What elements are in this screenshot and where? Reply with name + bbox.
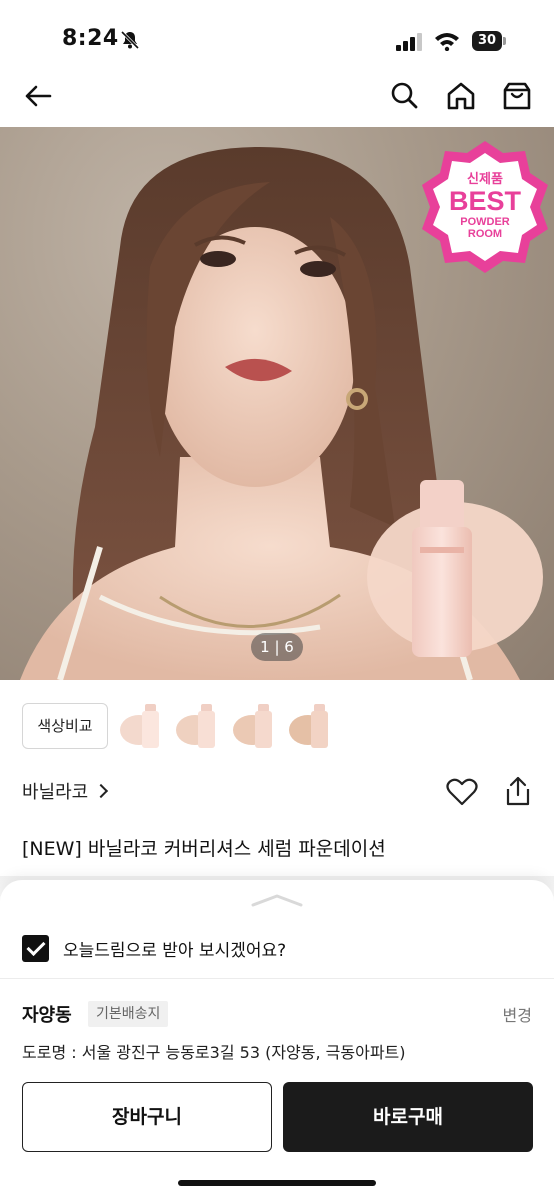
shade-thumbnail[interactable]	[174, 700, 224, 752]
default-address-badge: 기본배송지	[88, 1001, 169, 1027]
add-to-cart-button[interactable]: 장바구니	[22, 1082, 272, 1152]
badge-main: BEST	[448, 186, 521, 216]
divider	[0, 978, 554, 979]
sheet-handle-icon[interactable]	[251, 892, 303, 907]
address-name: 자양동	[22, 1005, 72, 1026]
shade-thumbnail[interactable]	[287, 700, 337, 752]
chevron-right-icon	[94, 783, 109, 799]
battery-tip	[503, 37, 506, 45]
battery-icon: 30	[472, 31, 506, 51]
top-nav	[0, 70, 554, 126]
shade-thumbnail[interactable]	[231, 700, 281, 752]
color-compare-button[interactable]: 색상비교	[22, 703, 108, 749]
bell-slash-icon	[120, 30, 140, 50]
brand-link[interactable]: 바닐라코	[22, 778, 109, 804]
product-hero-image[interactable]: 신제품 BEST POWDER ROOM	[0, 127, 554, 680]
today-dream-checkbox[interactable]	[22, 935, 49, 962]
battery-level: 30	[472, 31, 502, 51]
change-address-link[interactable]: 변경	[503, 1002, 532, 1026]
badge-line1: POWDER	[460, 216, 510, 228]
image-pager: 1 | 6	[251, 633, 303, 661]
heart-icon[interactable]	[446, 777, 478, 807]
signal-icon	[396, 33, 424, 51]
share-icon[interactable]	[505, 775, 531, 807]
back-arrow-icon[interactable]	[22, 80, 54, 112]
home-indicator	[178, 1180, 376, 1186]
badge-top: 신제품	[467, 171, 503, 186]
wifi-icon	[434, 31, 460, 52]
today-dream-label: 오늘드림으로 받아 보시겠어요?	[63, 941, 287, 961]
shopping-bag-icon[interactable]	[501, 80, 533, 112]
status-bar: 8:24 30	[0, 0, 554, 70]
badge-text-block: 신제품 BEST POWDER ROOM	[430, 171, 540, 240]
address-line: 도로명 : 서울 광진구 능동로3길 53 (자양동, 극동아파트)	[22, 1043, 406, 1062]
search-icon[interactable]	[388, 80, 420, 112]
home-icon[interactable]	[445, 80, 477, 112]
product-title: [NEW] 바닐라코 커버리셔스 세럼 파운데이션	[22, 838, 386, 860]
badge-line2: ROOM	[467, 228, 503, 240]
purchase-bottom-sheet: 오늘드림으로 받아 보시겠어요? 자양동 기본배송지 변경 도로명 : 서울 광…	[0, 880, 554, 1200]
status-time: 8:24	[62, 26, 119, 51]
brand-name: 바닐라코	[22, 782, 89, 803]
shade-thumbnail[interactable]	[118, 700, 168, 752]
buy-now-button[interactable]: 바로구매	[283, 1082, 533, 1152]
